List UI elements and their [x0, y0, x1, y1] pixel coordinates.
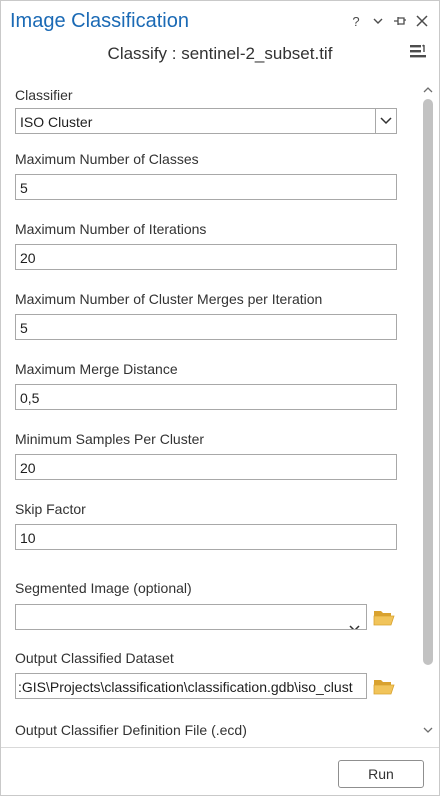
output-dataset-field: Output Classified Dataset :GIS\Projects\… [15, 650, 415, 699]
image-classification-pane: Image Classification ? Classify : sentin… [0, 0, 440, 796]
classifier-select[interactable]: ISO Cluster [15, 108, 397, 134]
output-ecd-label: Output Classifier Definition File (.ecd) [15, 722, 247, 738]
scroll-thumb[interactable] [423, 99, 433, 665]
max-iterations-label: Maximum Number of Iterations [15, 221, 207, 237]
segmented-image-select[interactable] [15, 604, 367, 630]
pane-title: Image Classification [10, 10, 189, 32]
max-iterations-input[interactable]: 20 [15, 244, 397, 270]
open-folder-icon[interactable] [372, 676, 396, 696]
chevron-down-icon[interactable] [375, 109, 396, 133]
skip-factor-field: Skip Factor 10 [15, 501, 399, 550]
skip-factor-label: Skip Factor [15, 501, 86, 517]
parameters-panel: Classifier ISO Cluster Maximum Number of… [1, 77, 417, 745]
vertical-scrollbar[interactable] [419, 77, 437, 745]
scroll-down-arrow[interactable] [423, 721, 433, 733]
menu-icon[interactable] [409, 43, 429, 61]
min-samples-field: Minimum Samples Per Cluster 20 [15, 431, 399, 480]
max-merges-label: Maximum Number of Cluster Merges per Ite… [15, 291, 323, 307]
max-classes-label: Maximum Number of Classes [15, 151, 199, 167]
output-dataset-label: Output Classified Dataset [15, 650, 174, 666]
classifier-value: ISO Cluster [20, 114, 93, 130]
min-samples-label: Minimum Samples Per Cluster [15, 431, 205, 447]
scroll-up-arrow[interactable] [423, 81, 433, 93]
skip-factor-input[interactable]: 10 [15, 524, 397, 550]
classifier-label: Classifier [15, 87, 73, 103]
run-button[interactable]: Run [338, 760, 424, 788]
pin-icon[interactable] [389, 11, 411, 31]
close-icon[interactable] [411, 11, 433, 31]
max-merge-distance-input[interactable]: 0,5 [15, 384, 397, 410]
segmented-image-field: Segmented Image (optional) [15, 580, 415, 630]
help-button[interactable]: ? [345, 11, 367, 31]
tool-subtitle: Classify : sentinel-2_subset.tif [107, 44, 333, 63]
pane-title-tools: ? [345, 11, 433, 31]
classifier-field: Classifier ISO Cluster [15, 87, 399, 134]
open-folder-icon[interactable] [372, 607, 396, 627]
chevron-down-icon[interactable] [349, 614, 360, 629]
min-samples-input[interactable]: 20 [15, 454, 397, 480]
pane-titlebar: Image Classification ? [1, 1, 439, 41]
chevron-down-icon[interactable] [367, 11, 389, 31]
max-classes-field: Maximum Number of Classes 5 [15, 151, 399, 200]
max-classes-input[interactable]: 5 [15, 174, 397, 200]
segmented-image-label: Segmented Image (optional) [15, 580, 192, 596]
output-dataset-input[interactable]: :GIS\Projects\classification\classificat… [15, 673, 367, 699]
max-merges-field: Maximum Number of Cluster Merges per Ite… [15, 291, 399, 340]
max-merge-distance-label: Maximum Merge Distance [15, 361, 178, 377]
max-iterations-field: Maximum Number of Iterations 20 [15, 221, 399, 270]
pane-footer: Run [1, 747, 439, 795]
output-ecd-field: Output Classifier Definition File (.ecd) [15, 722, 399, 738]
max-merge-distance-field: Maximum Merge Distance 0,5 [15, 361, 399, 410]
max-merges-input[interactable]: 5 [15, 314, 397, 340]
